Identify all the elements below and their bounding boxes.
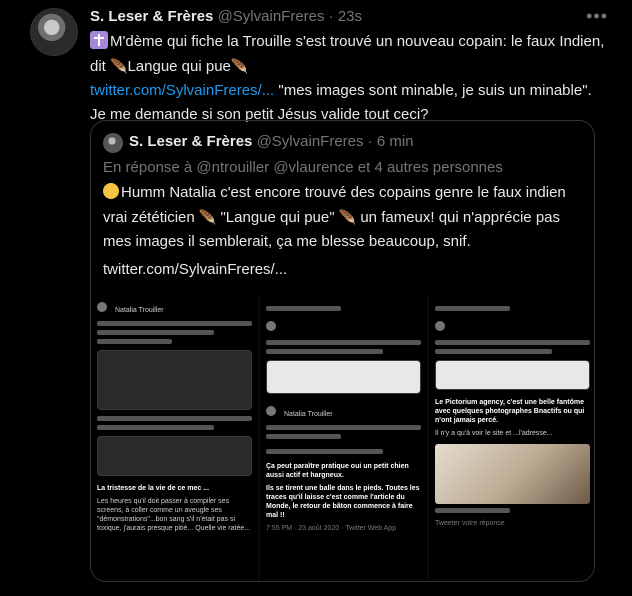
quoted-tweet[interactable]: S. Leser & Frères @SylvainFreres · 6 min… <box>90 120 595 582</box>
quoted-header: S. Leser & Frères @SylvainFreres · 6 min <box>129 133 414 150</box>
mid-pane-footer: 7:55 PM · 23 août 2020 · Twitter Web App <box>266 525 397 532</box>
tweet-header: S. Leser & Frères @SylvainFreres · 23s <box>90 8 362 25</box>
tweet-time[interactable]: 23s <box>338 8 362 25</box>
quoted-avatar <box>103 133 123 153</box>
more-icon[interactable]: ••• <box>586 6 608 27</box>
screenshot-photo <box>435 444 590 504</box>
avatar[interactable] <box>30 8 78 56</box>
feather-icon: 🪶 <box>198 209 217 225</box>
right-pane-footer: Tweeter votre réponse <box>435 520 505 527</box>
author-handle[interactable]: @SylvainFreres <box>218 8 325 25</box>
quoted-text-part-2: "Langue qui pue" <box>216 209 339 226</box>
left-pane-caption: La tristesse de la vie de ce mec ... <box>97 485 210 492</box>
latin-cross-icon <box>90 31 108 49</box>
hugging-face-icon <box>103 183 119 199</box>
screenshot-pane-middle: Natalia Trouiller Ça peut paraître prati… <box>260 296 427 581</box>
quoted-link: twitter.com/SylvainFreres/... <box>103 261 288 278</box>
feather-icon: 🪶 <box>230 58 249 74</box>
left-pane-title: Natalia Trouiller <box>115 307 164 314</box>
author-name[interactable]: S. Leser & Frères <box>90 8 213 25</box>
quoted-text: Humm Natalia c'est encore trouvé des cop… <box>103 181 583 254</box>
tweet-text: M'dème qui fiche la Trouille s'est trouv… <box>90 30 610 127</box>
screenshot-pane-left: Natalia Trouiller La tristesse de la vie… <box>91 296 258 581</box>
tweet-link[interactable]: twitter.com/SylvainFreres/... <box>90 82 274 99</box>
screenshot-pane-right: Le Pictorium agency, c'est une belle fan… <box>429 296 594 581</box>
mid-pane-caption: Ça peut paraître pratique oui un petit c… <box>266 463 409 479</box>
left-pane-caption-2: Les heures qu'il doit passer à compiler … <box>97 498 251 532</box>
separator-dot: · <box>367 133 377 150</box>
reply-prefix: En réponse à <box>103 159 197 176</box>
quoted-author-handle: @SylvainFreres <box>256 133 364 150</box>
tweet[interactable]: S. Leser & Frères @SylvainFreres · 23s •… <box>0 0 632 596</box>
quoted-author-name: S. Leser & Frères <box>129 133 253 150</box>
right-pane-caption-2: Il n'y a qu'à voir le site et ...l'adres… <box>435 430 553 437</box>
right-pane-caption: Le Pictorium agency, c'est une belle fan… <box>435 399 585 424</box>
reply-suffix: et 4 autres personnes <box>353 159 503 176</box>
quoted-time: 6 min <box>376 133 414 150</box>
mid-pane-caption-2: Ils se tirent une balle dans le pieds. T… <box>266 485 420 519</box>
quoted-reply-context: En réponse à @ntrouiller @vlaurence et 4… <box>103 159 503 176</box>
reply-to: @ntrouiller @vlaurence <box>196 159 354 176</box>
feather-icon: 🪶 <box>338 209 357 225</box>
screenshot-image[interactable]: Natalia Trouiller La tristesse de la vie… <box>91 296 594 581</box>
separator-dot: · <box>328 8 338 25</box>
feather-icon: 🪶 <box>110 58 128 74</box>
tweet-text-part-2: Langue qui pue <box>127 58 231 75</box>
mid-pane-title: Natalia Trouiller <box>284 411 333 418</box>
